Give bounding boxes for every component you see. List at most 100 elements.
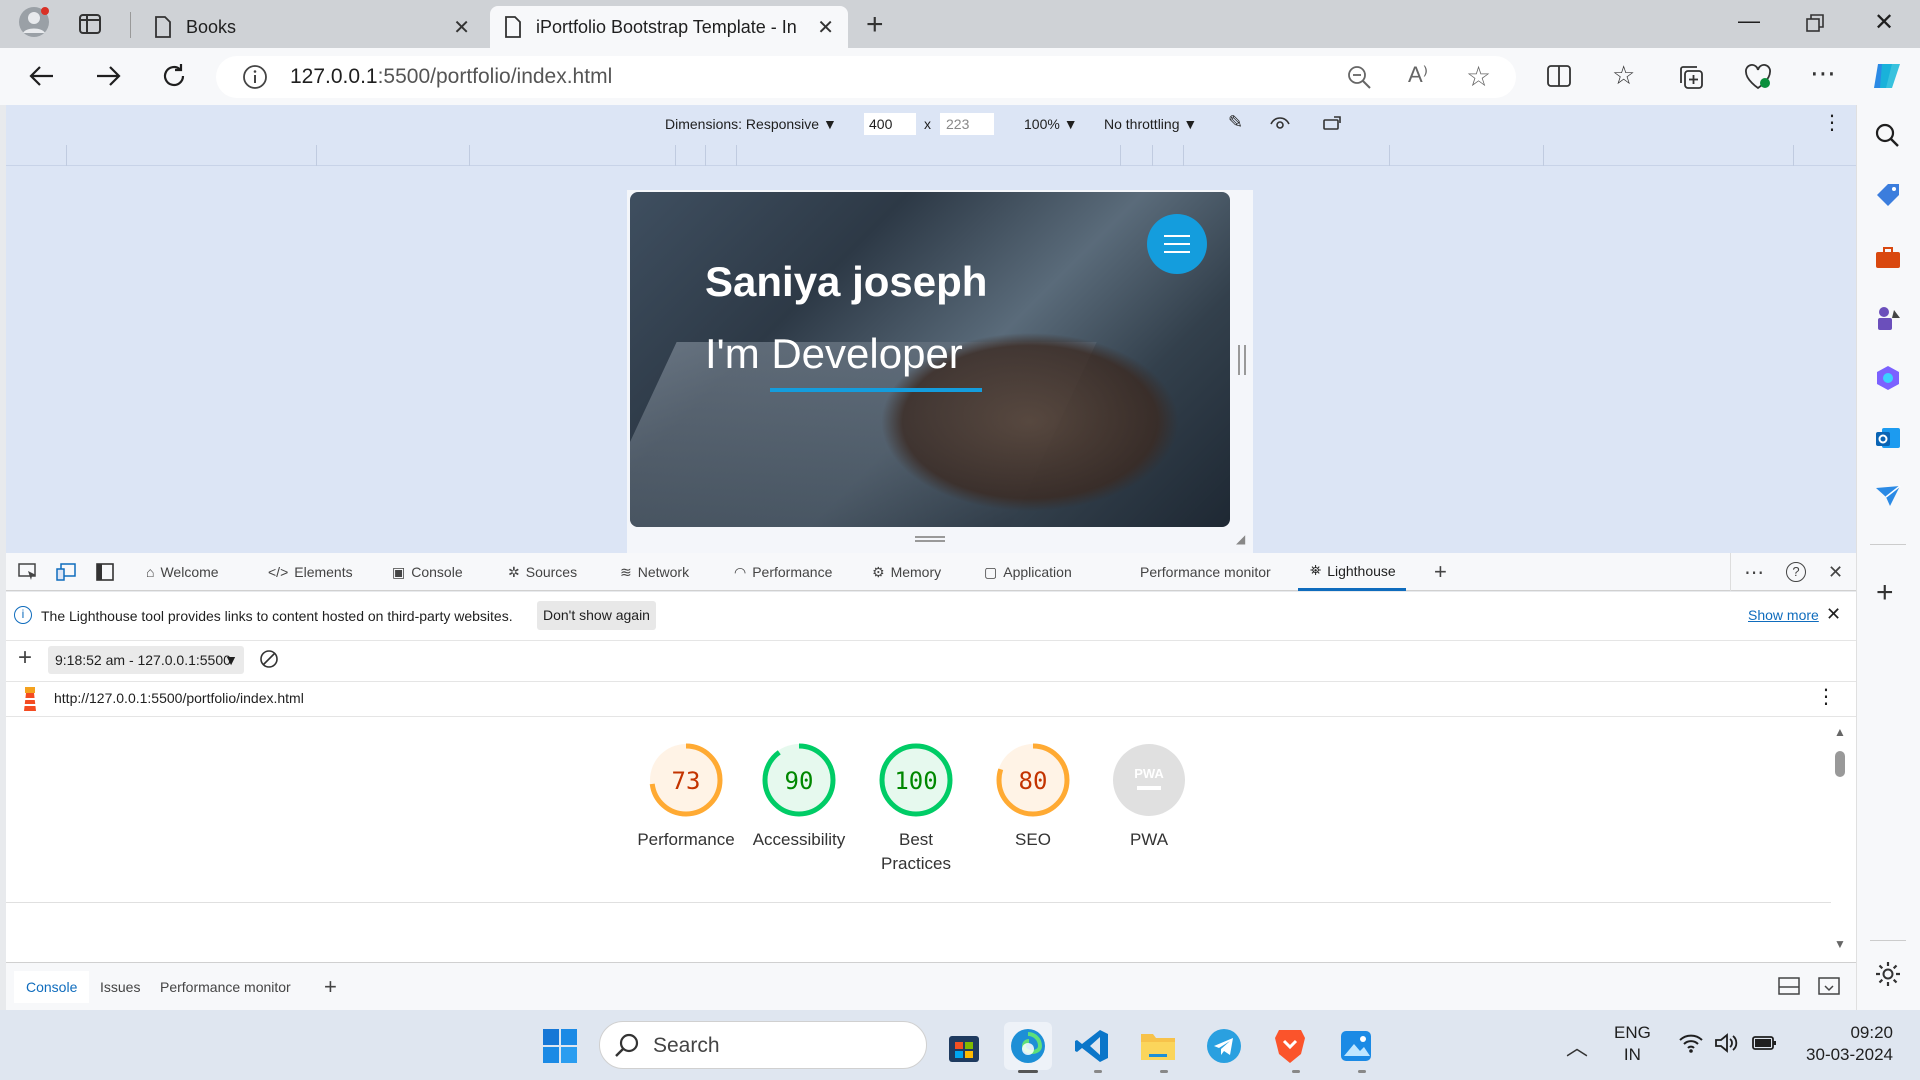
refresh-icon[interactable]	[160, 62, 188, 90]
score-gauge[interactable]: 73 Performance	[631, 740, 741, 852]
minimize-icon[interactable]: —	[1738, 8, 1760, 34]
tab-lighthouse[interactable]: ⛯ Lighthouse	[1298, 553, 1406, 591]
width-input[interactable]: 400	[864, 113, 916, 135]
wifi-icon[interactable]	[1678, 1032, 1704, 1054]
photos-app-icon[interactable]	[1332, 1022, 1380, 1070]
throttling-dropdown[interactable]: No throttling ▼	[1104, 116, 1197, 132]
read-aloud-icon[interactable]: A⁾	[1408, 62, 1428, 88]
report-menu-icon[interactable]: ⋮	[1816, 684, 1836, 709]
tab-console[interactable]: ▣ Console	[392, 553, 463, 591]
new-tab-plus-icon[interactable]: +	[866, 8, 884, 42]
dimensions-dropdown[interactable]: Dimensions: Responsive ▼	[665, 116, 837, 132]
add-tool-plus-icon[interactable]: +	[1434, 553, 1447, 591]
tab-welcome[interactable]: ⌂ Welcome	[146, 553, 219, 591]
tab-iportfolio[interactable]: iPortfolio Bootstrap Template - Index ✕	[490, 6, 848, 48]
vision-deficiency-eye-icon[interactable]	[1270, 115, 1290, 131]
new-report-plus-icon[interactable]: +	[18, 644, 32, 672]
taskbar-search-box[interactable]	[599, 1021, 927, 1069]
score-gauge[interactable]: PWA PWA	[1094, 740, 1204, 852]
add-sidebar-app-icon[interactable]: +	[1876, 576, 1894, 610]
tab-memory[interactable]: ⚙ Memory	[872, 553, 941, 591]
scrollbar[interactable]: ▲ ▼	[1831, 725, 1849, 955]
dock-panel-icon[interactable]	[96, 563, 114, 581]
workspaces-icon[interactable]	[78, 12, 102, 36]
zoom-dropdown[interactable]: 100% ▼	[1024, 116, 1078, 132]
resize-handle-right[interactable]	[1238, 345, 1246, 375]
url-text[interactable]: 127.0.0.1:5500/portfolio/index.html	[290, 64, 612, 90]
volume-icon[interactable]	[1714, 1032, 1738, 1054]
tools-briefcase-icon[interactable]	[1874, 246, 1902, 270]
devtools-more-icon[interactable]: ⋯	[1744, 553, 1764, 591]
system-clock[interactable]: 09:20 30-03-2024	[1797, 1022, 1893, 1066]
rotate-device-icon[interactable]	[1322, 115, 1344, 131]
drawer-dock-icon[interactable]	[1778, 977, 1800, 995]
drawer-tab-console[interactable]: Console	[14, 971, 90, 1003]
telegram-icon[interactable]	[1200, 1022, 1248, 1070]
score-gauge[interactable]: 90 Accessibility	[744, 740, 854, 852]
height-input[interactable]: 223	[940, 113, 994, 135]
send-drop-icon[interactable]	[1874, 484, 1902, 508]
drawer-tab-performance-monitor[interactable]: Performance monitor	[148, 971, 303, 1003]
profile-avatar-icon[interactable]	[18, 6, 50, 38]
close-infobar-icon[interactable]: ✕	[1826, 604, 1841, 625]
report-selector[interactable]: 9:18:52 am - 127.0.0.1:5500 ▼	[48, 646, 244, 674]
site-info-icon[interactable]	[242, 64, 268, 90]
close-icon[interactable]: ✕	[817, 15, 834, 40]
mobile-menu-button[interactable]	[1147, 214, 1207, 274]
windows-start-icon[interactable]	[542, 1028, 578, 1064]
clear-all-icon[interactable]	[258, 648, 280, 670]
microsoft-store-icon[interactable]	[940, 1022, 988, 1070]
close-devtools-icon[interactable]: ✕	[1828, 553, 1843, 591]
help-icon[interactable]: ?	[1786, 553, 1806, 591]
resize-corner-icon[interactable]: ◢	[1236, 532, 1245, 546]
outlook-icon[interactable]	[1874, 424, 1902, 452]
device-toolbar-more-icon[interactable]: ⋮	[1822, 110, 1842, 135]
sidebar-settings-gear-icon[interactable]	[1874, 960, 1902, 988]
brave-browser-icon[interactable]	[1266, 1022, 1314, 1070]
tab-elements[interactable]: </> Elements	[268, 553, 353, 591]
file-explorer-icon[interactable]	[1134, 1022, 1182, 1070]
tab-books[interactable]: Books ✕	[140, 6, 484, 48]
show-more-link[interactable]: Show more	[1748, 607, 1819, 623]
scroll-thumb[interactable]	[1835, 751, 1845, 777]
report-url[interactable]: http://127.0.0.1:5500/portfolio/index.ht…	[54, 690, 304, 706]
close-window-icon[interactable]: ✕	[1874, 8, 1894, 37]
resize-handle-bottom[interactable]	[915, 536, 945, 542]
close-icon[interactable]: ✕	[453, 15, 470, 40]
forward-icon[interactable]	[94, 62, 122, 90]
favorites-icon[interactable]: ☆	[1612, 60, 1635, 91]
settings-more-icon[interactable]: ⋯	[1810, 58, 1836, 89]
edge-browser-icon[interactable]	[1004, 1022, 1052, 1070]
score-gauge[interactable]: 80 SEO	[978, 740, 1088, 852]
device-emulation-icon[interactable]	[56, 563, 76, 581]
score-gauge[interactable]: 100 Best Practices	[861, 740, 971, 876]
dont-show-again-button[interactable]: Don't show again	[537, 601, 656, 630]
tab-performance-monitor[interactable]: Performance monitor	[1140, 553, 1271, 591]
collections-icon[interactable]	[1678, 64, 1704, 90]
tab-performance[interactable]: ◠ Performance	[734, 553, 832, 591]
inspect-element-icon[interactable]	[18, 563, 38, 581]
back-icon[interactable]	[28, 62, 56, 90]
drawer-minimize-icon[interactable]	[1818, 977, 1840, 995]
restore-icon[interactable]	[1806, 14, 1824, 32]
copilot-icon[interactable]	[1870, 60, 1904, 92]
games-icon[interactable]	[1874, 304, 1902, 332]
show-hidden-icons-chevron-icon[interactable]: ︿	[1566, 1030, 1588, 1062]
split-screen-icon[interactable]	[1546, 64, 1572, 88]
tab-sources[interactable]: ✲ Sources	[508, 553, 577, 591]
tab-network[interactable]: ≋ Network	[620, 553, 689, 591]
vscode-icon[interactable]	[1068, 1022, 1116, 1070]
scroll-up-icon[interactable]: ▲	[1834, 725, 1846, 739]
drawer-tab-issues[interactable]: Issues	[88, 971, 152, 1003]
battery-charging-icon[interactable]	[1750, 1032, 1778, 1054]
favorite-star-icon[interactable]: ☆	[1466, 60, 1491, 93]
tab-application[interactable]: ▢ Application	[984, 553, 1072, 591]
drawer-add-tab-icon[interactable]: +	[312, 971, 349, 1003]
scroll-down-icon[interactable]: ▼	[1834, 937, 1846, 951]
shopping-tag-icon[interactable]	[1874, 182, 1902, 208]
sensors-pen-icon[interactable]: ✎	[1228, 112, 1243, 133]
search-icon[interactable]	[1874, 122, 1900, 148]
zoom-out-icon[interactable]	[1346, 64, 1372, 90]
microsoft-365-icon[interactable]	[1874, 364, 1902, 392]
input-language[interactable]: ENG IN	[1614, 1022, 1651, 1066]
